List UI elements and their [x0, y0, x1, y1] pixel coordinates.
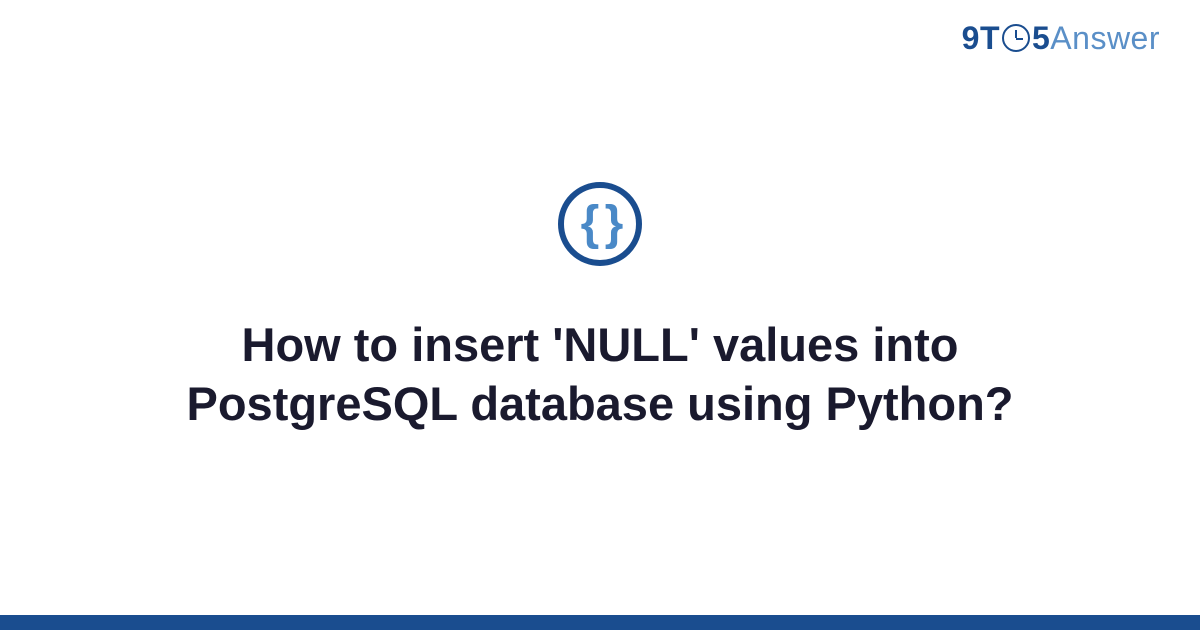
- main-content: { } How to insert 'NULL' values into Pos…: [0, 0, 1200, 615]
- code-braces-icon: { }: [581, 200, 620, 248]
- footer-bar: [0, 615, 1200, 630]
- question-title: How to insert 'NULL' values into Postgre…: [100, 316, 1100, 434]
- category-icon-circle: { }: [558, 182, 642, 266]
